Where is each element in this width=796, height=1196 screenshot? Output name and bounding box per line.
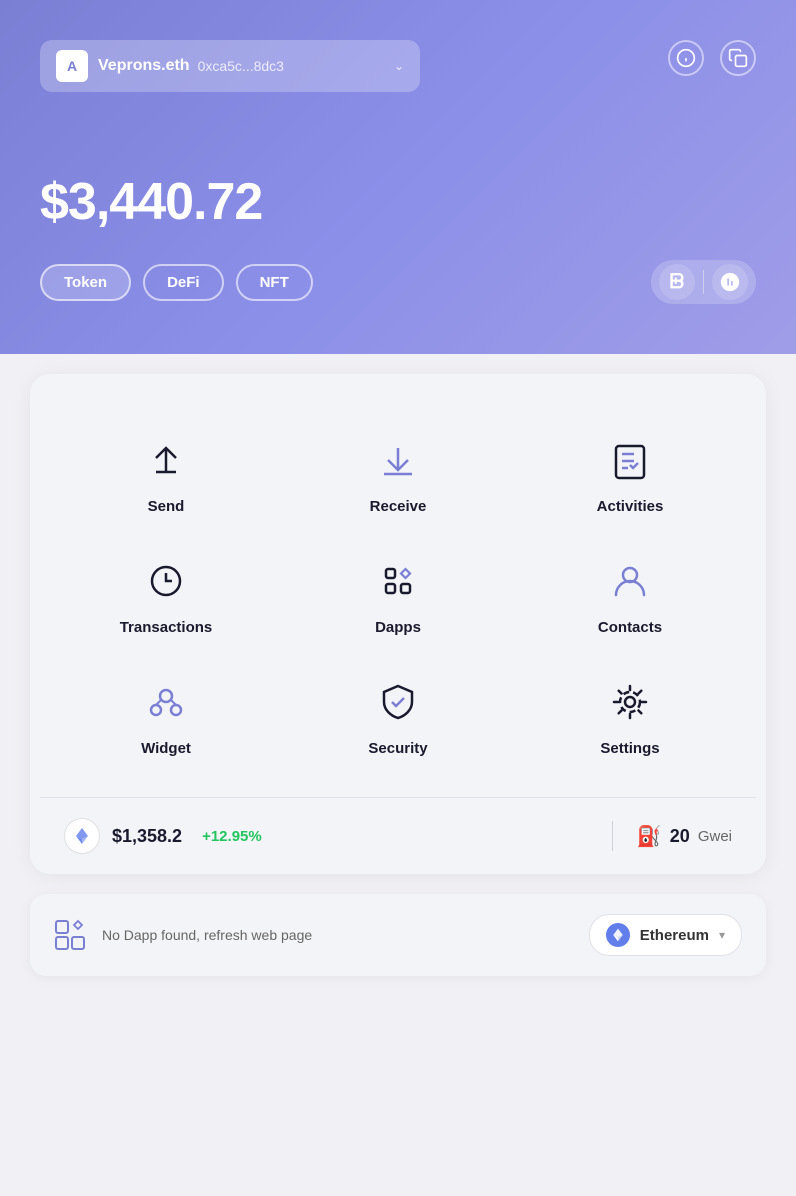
activities-label: Activities [597, 498, 664, 515]
account-avatar: A [56, 50, 88, 82]
chevron-down-icon: ⌄ [394, 59, 404, 73]
tab-defi[interactable]: DeFi [143, 264, 224, 301]
dapps-small-icon [54, 919, 86, 951]
price-bar: $1,358.2 +12.95% ⛽ 20 Gwei [40, 797, 756, 874]
footer-left: No Dapp found, refresh web page [54, 919, 312, 951]
account-name: Veprons.eth [98, 57, 190, 75]
brand-divider [703, 270, 704, 294]
settings-label: Settings [600, 740, 659, 757]
actions-grid: Send Receive [40, 394, 756, 797]
gas-section: ⛽ 20 Gwei [637, 824, 732, 849]
transactions-label: Transactions [120, 619, 213, 636]
gas-value: 20 [670, 826, 690, 847]
dapps-label: Dapps [375, 619, 421, 636]
security-action[interactable]: Security [282, 656, 514, 777]
no-dapp-text: No Dapp found, refresh web page [102, 927, 312, 943]
tab-nft[interactable]: NFT [236, 264, 313, 301]
transactions-action[interactable]: Transactions [50, 535, 282, 656]
tab-token[interactable]: Token [40, 264, 131, 301]
receive-label: Receive [370, 498, 427, 515]
contacts-action[interactable]: Contacts [514, 535, 746, 656]
eth-logo-icon [64, 818, 100, 854]
price-divider [612, 821, 613, 851]
header: A Veprons.eth 0xca5c...8dc3 ⌄ $3,44 [0, 0, 796, 354]
eth-change-value: +12.95% [202, 828, 262, 845]
address-bar[interactable]: A Veprons.eth 0xca5c...8dc3 ⌄ [40, 40, 420, 92]
settings-action[interactable]: Settings [514, 656, 746, 777]
footer-bar: No Dapp found, refresh web page Ethereum… [30, 894, 766, 976]
receive-action[interactable]: Receive [282, 414, 514, 535]
brand-icons-container: ᗸ [651, 260, 756, 304]
network-name: Ethereum [640, 927, 709, 944]
security-icon [372, 676, 424, 728]
send-action[interactable]: Send [50, 414, 282, 535]
tabs-row: Token DeFi NFT ᗸ [40, 260, 756, 304]
activities-icon [604, 434, 656, 486]
network-chevron-icon: ▾ [719, 928, 725, 942]
settings-icon [604, 676, 656, 728]
info-button[interactable] [668, 40, 704, 76]
security-label: Security [368, 740, 427, 757]
network-eth-icon [606, 923, 630, 947]
eth-price-section: $1,358.2 +12.95% [64, 818, 588, 854]
main-card: Send Receive [30, 374, 766, 874]
send-label: Send [148, 498, 185, 515]
send-icon [140, 434, 192, 486]
main-tabs: Token DeFi NFT [40, 264, 313, 301]
transactions-icon [140, 555, 192, 607]
contacts-icon [604, 555, 656, 607]
account-address: 0xca5c...8dc3 [198, 58, 394, 74]
widget-label: Widget [141, 740, 191, 757]
widget-icon [140, 676, 192, 728]
gas-unit: Gwei [698, 828, 732, 845]
gas-pump-icon: ⛽ [637, 824, 662, 849]
network-selector-button[interactable]: Ethereum ▾ [589, 914, 742, 956]
widget-action[interactable]: Widget [50, 656, 282, 777]
brand-icon-b[interactable]: ᗸ [659, 264, 695, 300]
dapps-icon [372, 555, 424, 607]
receive-icon [372, 434, 424, 486]
activities-action[interactable]: Activities [514, 414, 746, 535]
dapps-action[interactable]: Dapps [282, 535, 514, 656]
contacts-label: Contacts [598, 619, 662, 636]
balance-amount: $3,440.72 [40, 172, 756, 232]
brand-icon-chart[interactable] [712, 264, 748, 300]
eth-price-value: $1,358.2 [112, 826, 182, 847]
copy-button[interactable] [720, 40, 756, 76]
